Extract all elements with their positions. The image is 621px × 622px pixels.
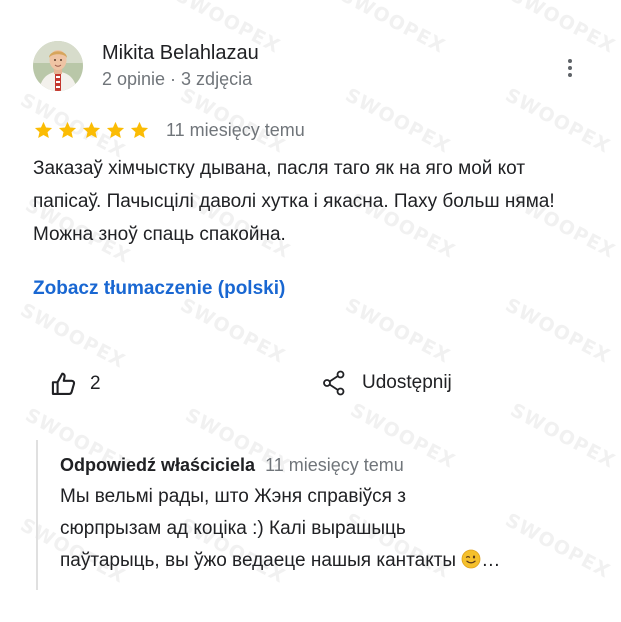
star-icon <box>34 121 53 139</box>
owner-reply-line-last: паўтарыць, вы ўжо ведаеце нашыя кантакты… <box>60 549 501 571</box>
author-meta: 2 opinie · 3 zdjęcia <box>102 69 253 89</box>
watermark: SWOOPEX <box>341 84 454 158</box>
watermark: SWOOPEX <box>501 294 614 368</box>
share-label: Udostępnij <box>362 372 452 393</box>
share-button[interactable]: Udostępnij <box>322 370 452 396</box>
owner-reply-text[interactable]: Мы вельмі рады, што Жэня справіўся з сюр… <box>60 481 590 577</box>
like-count: 2 <box>90 373 101 394</box>
review-card: SWOOPEX SWOOPEX SWOOPEX SWOOPEX SWOOPEX … <box>0 0 621 622</box>
watermark: SWOOPEX <box>501 84 614 158</box>
star-rating <box>33 120 150 141</box>
star-icon <box>130 121 149 139</box>
star-icon <box>106 121 125 139</box>
owner-reply-header: Odpowiedź właściciela 11 miesięcy temu <box>60 455 404 476</box>
watermark: SWOOPEX <box>176 294 289 368</box>
owner-reply: Odpowiedź właściciela 11 miesięcy temu Мы… <box>36 440 598 590</box>
review-time: 11 miesięcy temu <box>166 120 305 140</box>
ellipsis: … <box>481 550 501 571</box>
thumb-up-icon <box>51 372 76 395</box>
watermark: SWOOPEX <box>16 299 129 373</box>
share-icon <box>323 370 345 396</box>
winking-face-emoji <box>461 549 481 569</box>
watermark: SWOOPEX <box>506 0 619 58</box>
more-vert-icon <box>568 59 572 63</box>
owner-reply-line: Мы вельмі рады, што Жэня справіўся з <box>60 486 406 507</box>
like-button[interactable]: 2 <box>50 370 101 398</box>
owner-reply-time: 11 miesięcy temu <box>265 455 404 475</box>
owner-reply-title: Odpowiedź właściciela <box>60 455 256 475</box>
author-name[interactable]: Mikita Belahlazau <box>102 42 259 65</box>
star-icon <box>82 121 101 139</box>
translate-link[interactable]: Zobacz tłumaczenie (polski) <box>33 278 285 300</box>
more-options-button[interactable] <box>560 54 580 82</box>
watermark: SWOOPEX <box>341 294 454 368</box>
owner-reply-line: сюрпрызам ад коціка :) Калі вырашыць <box>60 518 406 539</box>
star-icon <box>58 121 77 139</box>
review-text: Заказаў хімчыстку дывана, пасля таго як … <box>33 158 555 245</box>
avatar[interactable] <box>33 41 83 91</box>
watermark: SWOOPEX <box>336 0 449 58</box>
